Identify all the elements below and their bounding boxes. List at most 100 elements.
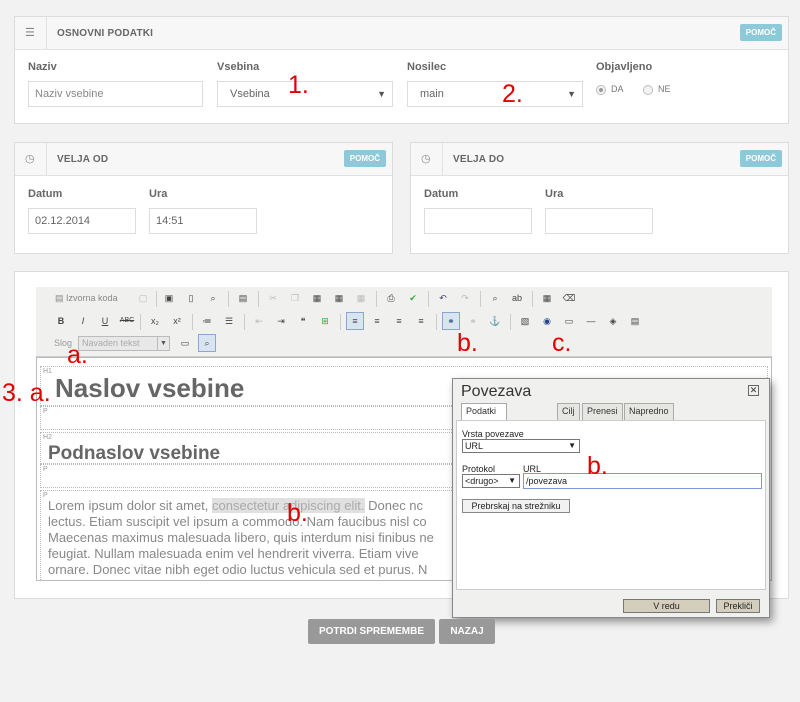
- help-button[interactable]: POMOČ: [343, 150, 386, 167]
- tab-advanced[interactable]: Napredno: [624, 403, 674, 420]
- bold-icon[interactable]: B: [52, 312, 70, 330]
- unlink-icon[interactable]: ⚭: [464, 312, 482, 330]
- outdent-icon[interactable]: ⇤: [250, 312, 268, 330]
- naziv-label: Naziv: [28, 61, 57, 73]
- template-icon[interactable]: ▤: [234, 289, 252, 307]
- ura-od-label: Ura: [149, 188, 168, 200]
- redo-icon[interactable]: ↷: [456, 289, 474, 307]
- radio-ne[interactable]: NE: [643, 83, 671, 95]
- naziv-input[interactable]: Naziv vsebine: [28, 81, 203, 107]
- chevron-down-icon: ▼: [157, 337, 169, 350]
- paragraph-line: Donec nc: [364, 498, 424, 513]
- link-type-select[interactable]: URL ▼: [462, 439, 580, 453]
- annotation-3a: 3. a.: [2, 379, 51, 407]
- protocol-label: Protokol: [462, 464, 496, 474]
- close-icon[interactable]: ✕: [748, 385, 759, 396]
- annotation-b-text: b.: [287, 499, 308, 527]
- undo-icon[interactable]: ↶: [434, 289, 452, 307]
- radio-da-label: DA: [611, 84, 624, 94]
- show-blocks-icon[interactable]: ⌕: [198, 334, 216, 352]
- ok-button[interactable]: V redu: [623, 599, 710, 613]
- vsebina-label: Vsebina: [217, 61, 260, 73]
- paste-word-icon[interactable]: ▦: [352, 289, 370, 307]
- copy-icon[interactable]: ❐: [286, 289, 304, 307]
- align-right-icon[interactable]: ≡: [390, 312, 408, 330]
- velja-od-panel: ◷ VELJA OD POMOČ: [14, 142, 393, 254]
- chevron-down-icon: ▼: [567, 89, 576, 99]
- underline-icon[interactable]: U: [96, 312, 114, 330]
- justify-icon[interactable]: ≡: [412, 312, 430, 330]
- spellcheck-icon[interactable]: ✔: [404, 289, 422, 307]
- nosilec-select[interactable]: main ▼: [407, 81, 583, 107]
- ura-do-label: Ura: [545, 188, 564, 200]
- align-center-icon[interactable]: ≡: [368, 312, 386, 330]
- datum-do-label: Datum: [424, 188, 459, 200]
- paste-icon[interactable]: ▦: [308, 289, 326, 307]
- bullet-list-icon[interactable]: ☰: [220, 312, 238, 330]
- image-icon[interactable]: ▧: [516, 312, 534, 330]
- annotation-1: 1.: [288, 71, 309, 99]
- tab-upload[interactable]: Prenesi: [582, 403, 623, 420]
- help-button[interactable]: POMOČ: [739, 24, 782, 41]
- preview-icon[interactable]: ⌕: [204, 289, 222, 307]
- radio-da[interactable]: DA: [596, 83, 624, 95]
- ura-od-input[interactable]: 14:51: [149, 208, 257, 234]
- strike-icon[interactable]: ABC: [118, 312, 136, 330]
- h2-text: Podnaslov vsebine: [48, 443, 221, 464]
- cancel-button[interactable]: Prekliči: [716, 599, 760, 613]
- link-type-value: URL: [465, 441, 484, 451]
- find-icon[interactable]: ⌕: [486, 289, 504, 307]
- style-select[interactable]: Navaden tekst ▼: [78, 336, 170, 351]
- eraser-icon[interactable]: ⌫: [560, 289, 578, 307]
- block-tag: P: [43, 466, 48, 473]
- smiley-icon[interactable]: ◈: [604, 312, 622, 330]
- numbered-list-icon[interactable]: ≔: [198, 312, 216, 330]
- select-all-icon[interactable]: ▦: [538, 289, 556, 307]
- url-input[interactable]: /povezava: [523, 473, 762, 489]
- flash-icon[interactable]: ◉: [538, 312, 556, 330]
- tab-link-info[interactable]: Podatki o povezavi: [461, 403, 507, 446]
- datum-od-label: Datum: [28, 188, 63, 200]
- maximize-icon[interactable]: ▭: [176, 334, 194, 352]
- help-button[interactable]: POMOČ: [739, 150, 782, 167]
- confirm-changes-button[interactable]: POTRDI SPREMEMBE: [308, 619, 435, 644]
- radio-dot: [643, 84, 653, 95]
- tab-target[interactable]: Cilj: [557, 403, 580, 420]
- block-tag: H2: [43, 434, 52, 441]
- italic-icon[interactable]: I: [74, 312, 92, 330]
- velja-do-header: ◷ VELJA DO POMOČ: [411, 143, 788, 176]
- cut-icon[interactable]: ✂: [264, 289, 282, 307]
- basic-data-header: ☰ OSNOVNI PODATKI POMOČ: [15, 17, 788, 50]
- annotation-a-toolbar: a.: [67, 341, 88, 369]
- clock-icon: ◷: [421, 153, 431, 165]
- align-left-icon[interactable]: ≡: [346, 312, 364, 330]
- browse-server-button[interactable]: Prebrskaj na strežniku: [462, 499, 570, 513]
- indent-icon[interactable]: ⇥: [272, 312, 290, 330]
- anchor-icon[interactable]: ⚓: [486, 312, 504, 330]
- list-icon: ☰: [25, 27, 35, 39]
- subscript-icon[interactable]: x₂: [146, 312, 164, 330]
- templates-icon[interactable]: ▢: [134, 289, 152, 307]
- blockquote-icon[interactable]: ❝: [294, 312, 312, 330]
- paste-text-icon[interactable]: ▦: [330, 289, 348, 307]
- print-icon[interactable]: ⎙: [382, 289, 400, 307]
- hline-icon[interactable]: ―: [582, 312, 600, 330]
- pagebreak-icon[interactable]: ▤: [626, 312, 644, 330]
- source-button[interactable]: ▤ Izvorna koda: [52, 289, 130, 307]
- div-icon[interactable]: ⊞: [316, 312, 334, 330]
- datum-do-input[interactable]: [424, 208, 532, 234]
- protocol-select[interactable]: <drugo> ▼: [462, 474, 520, 488]
- h1-text: Naslov vsebine: [55, 373, 245, 403]
- table-icon[interactable]: ▭: [560, 312, 578, 330]
- save-icon[interactable]: ▣: [160, 289, 178, 307]
- block-tag: P: [43, 492, 48, 499]
- ura-do-input[interactable]: [545, 208, 653, 234]
- datum-od-input[interactable]: 02.12.2014: [28, 208, 136, 234]
- back-button[interactable]: NAZAJ: [439, 619, 495, 644]
- link-icon[interactable]: ⚭: [442, 312, 460, 330]
- velja-do-panel: ◷ VELJA DO POMOČ: [410, 142, 789, 254]
- superscript-icon[interactable]: x²: [168, 312, 186, 330]
- nosilec-label: Nosilec: [407, 61, 447, 73]
- replace-icon[interactable]: ab: [508, 289, 526, 307]
- new-page-icon[interactable]: ▯: [182, 289, 200, 307]
